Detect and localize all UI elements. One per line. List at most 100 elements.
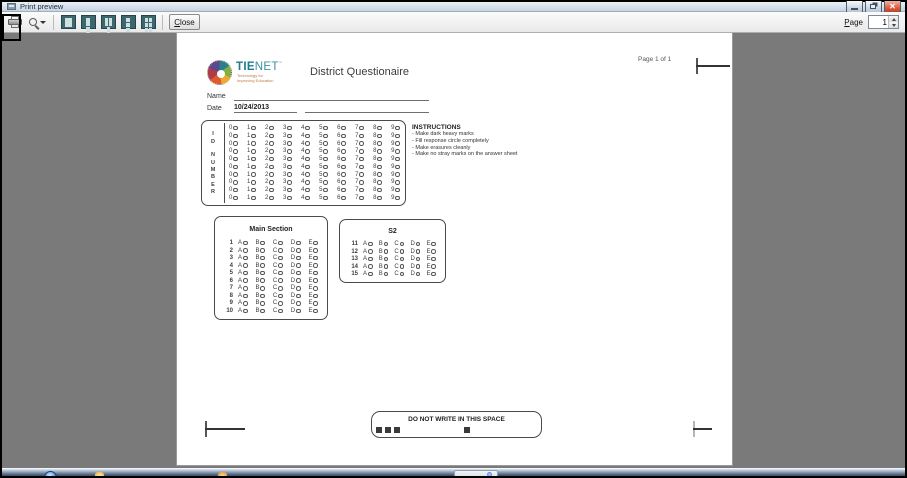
one-page-icon [61,15,76,29]
bubble-circle [395,188,400,193]
bubble-label: E [308,263,312,269]
bubble-circle [359,180,364,185]
bubble-circle [269,180,274,185]
bubble-circle [278,301,283,306]
bubble-circle [305,126,310,131]
id-letter: I [212,131,214,138]
bubble-cell: B [255,278,265,284]
id-grid-row: 0123456789 [229,164,400,170]
bubble-label: 9 [391,133,394,139]
three-page-view-button[interactable] [98,13,118,32]
bubble-label: B [255,248,259,254]
bubble-cell: B [255,285,265,291]
bubble-label: A [238,255,242,261]
bubble-circle [260,309,265,314]
bubble-label: B [255,278,259,284]
bubble-circle [341,157,346,162]
bubble-circle [278,248,283,253]
bubble-cell: 1 [247,141,256,147]
bubble-label: 6 [337,133,340,139]
bubble-circle [296,271,301,276]
bubble-circle [269,141,274,146]
bubble-label: D [410,256,414,262]
choice-group: ABCDE [238,300,322,306]
spinner-arrows [888,16,898,28]
bubble-cell: 7 [355,125,364,131]
close-preview-button[interactable]: Close [169,14,200,30]
answer-row: 12ABCDE [345,249,440,255]
bubble-circle [260,271,265,276]
bubble-label: 6 [337,179,340,185]
bubble-cell: E [426,241,436,247]
bubble-cell: 6 [337,164,346,170]
bubble-label: 5 [319,133,322,139]
page-down-button[interactable] [889,22,898,28]
answer-row: 1ABCDE [220,240,322,246]
bubble-cell: 2 [265,195,274,201]
bubble-label: 8 [373,125,376,131]
section-title: Main Section [215,226,327,233]
bubble-circle [251,180,256,185]
zoom-dropdown-button[interactable] [25,13,49,32]
start-button[interactable] [44,471,57,476]
bubble-label: 6 [337,156,340,162]
bubble-cell: 2 [265,156,274,162]
instructions-block: INSTRUCTIONS - Make dark heavy marks- Fi… [412,124,642,158]
bubble-cell: C [273,248,283,254]
bubble-cell: A [238,308,248,314]
bubble-cell: 8 [373,141,382,147]
bubble-cell: 1 [247,187,256,193]
one-page-view-button[interactable] [58,13,78,32]
bubble-circle [243,241,248,246]
bubble-label: 2 [265,195,268,201]
bubble-label: 6 [337,172,340,178]
bubble-cell: 4 [301,164,310,170]
bubble-label: B [255,270,259,276]
page-number-spinner [868,15,899,29]
bubble-label: 4 [301,179,304,185]
bubble-label: 0 [229,187,232,193]
bubble-circle [251,141,256,146]
brand-tie: TIE [236,61,255,73]
bubble-cell: A [238,293,248,299]
two-page-view-button[interactable] [78,13,98,32]
taskbar-icon[interactable] [218,472,227,476]
bubble-cell: 1 [247,125,256,131]
bubble-cell: 2 [265,179,274,185]
four-page-view-button[interactable] [118,13,138,32]
bubble-cell: 8 [373,164,382,170]
bubble-cell: B [379,241,389,247]
bubble-circle [287,165,292,170]
bubble-label: 5 [319,195,322,201]
bubble-circle [296,294,301,299]
page-number-input[interactable] [869,16,888,28]
choice-group: ABCDE [238,263,322,269]
bubble-circle [341,180,346,185]
bubble-circle [251,134,256,139]
bubble-label: 7 [355,164,358,170]
bubble-cell: E [308,278,318,284]
bubble-cell: 5 [319,141,328,147]
instructions-title: INSTRUCTIONS [412,124,642,131]
bubble-circle [377,188,382,193]
bubble-cell: 0 [229,156,238,162]
active-task-button[interactable] [454,470,498,476]
bubble-circle [431,249,436,254]
six-page-view-button[interactable] [138,13,158,32]
print-button[interactable] [5,13,25,32]
bubble-cell: 9 [391,172,400,178]
bubble-cell: 5 [319,125,328,131]
taskbar-icon[interactable] [95,472,104,476]
bubble-circle [233,180,238,185]
bubble-circle [377,149,382,154]
question-number: 7 [220,285,233,291]
bubble-label: 1 [247,187,250,193]
bubble-circle [323,126,328,131]
name-blank-line [234,100,429,101]
bubble-cell: 6 [337,187,346,193]
bubble-label: 9 [391,172,394,178]
bubble-label: C [273,248,277,254]
bubble-cell: 7 [355,195,364,201]
bubble-label: A [363,256,367,262]
bubble-label: 4 [301,172,304,178]
